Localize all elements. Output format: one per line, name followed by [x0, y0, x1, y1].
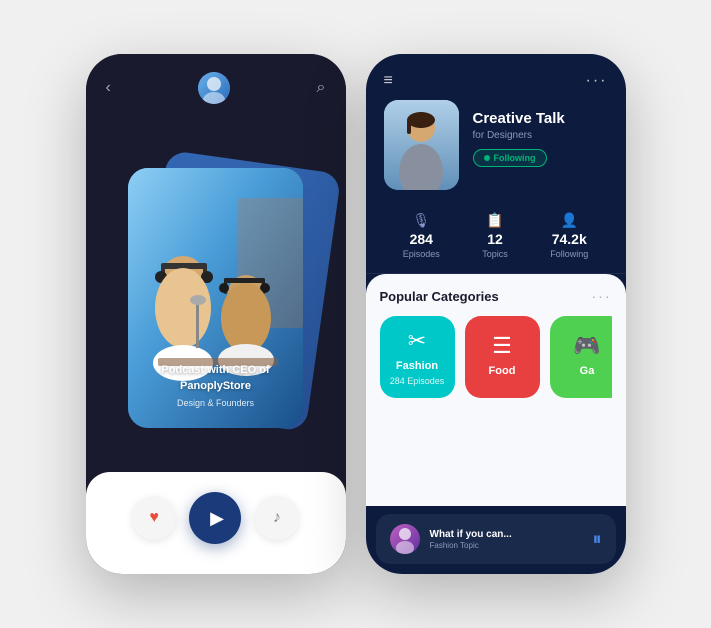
- right-phone: ≡ ···: [366, 54, 626, 574]
- card-image: Podcast with CEO of PanoplyStore Design …: [128, 168, 303, 428]
- gaming-icon: 🎮: [573, 333, 600, 359]
- categories-header: Popular Categories ···: [380, 288, 612, 304]
- player-thumbnail: [390, 524, 420, 554]
- player-controls: ♥ ▶ ♪: [86, 472, 346, 574]
- player-thumb-image: [390, 524, 420, 554]
- play-button[interactable]: ▶: [189, 492, 241, 544]
- stat-episodes: 🎙 284 Episodes: [403, 212, 440, 259]
- player-info: What if you can... Fashion Topic: [430, 529, 583, 550]
- profile-section: Creative Talk for Designers Following: [366, 100, 626, 204]
- card-text: Podcast with CEO of PanoplyStore Design …: [144, 363, 287, 408]
- player-track-subtitle: Fashion Topic: [430, 541, 583, 550]
- profile-name: Creative Talk: [473, 110, 608, 128]
- music-note-icon: ♪: [273, 509, 281, 527]
- following-stat-label: Following: [550, 249, 588, 259]
- categories-more-icon[interactable]: ···: [592, 288, 612, 304]
- category-fashion[interactable]: ✂ Fashion 284 Episodes: [380, 316, 455, 398]
- left-phone: ‹ ⌕: [86, 54, 346, 574]
- fashion-icon: ✂: [408, 328, 426, 354]
- cards-container: Podcast with CEO of PanoplyStore Design …: [86, 124, 346, 472]
- categories-section: Popular Categories ··· ✂ Fashion 284 Epi…: [366, 274, 626, 506]
- following-badge[interactable]: Following: [473, 149, 547, 167]
- profile-photo: [384, 100, 459, 190]
- like-button[interactable]: ♥: [132, 496, 176, 540]
- more-options-icon[interactable]: ···: [586, 72, 608, 90]
- episodes-count: 284: [410, 231, 433, 247]
- profile-subtitle: for Designers: [473, 130, 608, 141]
- topics-icon: 📋: [486, 212, 503, 229]
- top-bar-left: ‹ ⌕: [86, 54, 346, 114]
- stat-topics: 📋 12 Topics: [482, 212, 508, 259]
- category-gaming[interactable]: 🎮 Ga: [550, 316, 612, 398]
- food-name: Food: [489, 365, 516, 377]
- avatar[interactable]: [198, 72, 230, 104]
- music-button[interactable]: ♪: [255, 496, 299, 540]
- avatar-image: [198, 72, 230, 104]
- fashion-episodes: 284 Episodes: [390, 376, 445, 386]
- gaming-name: Ga: [580, 365, 595, 377]
- card-front[interactable]: Podcast with CEO of PanoplyStore Design …: [128, 168, 303, 428]
- back-button[interactable]: ‹: [106, 79, 111, 97]
- following-label: Following: [494, 153, 536, 163]
- profile-info: Creative Talk for Designers Following: [473, 100, 608, 167]
- player-track-title: What if you can...: [430, 529, 583, 540]
- play-icon: ▶: [210, 508, 224, 529]
- pause-button[interactable]: ⏸: [593, 529, 602, 550]
- episodes-label: Episodes: [403, 249, 440, 259]
- microphone-icon: 🎙: [412, 212, 430, 229]
- search-icon[interactable]: ⌕: [317, 79, 326, 97]
- following-count: 74.2k: [552, 231, 587, 247]
- topics-label: Topics: [482, 249, 508, 259]
- bottom-player[interactable]: What if you can... Fashion Topic ⏸: [376, 514, 616, 564]
- card-title: Podcast with CEO of PanoplyStore: [144, 363, 287, 394]
- hamburger-menu-icon[interactable]: ≡: [384, 72, 393, 90]
- category-food[interactable]: ☰ Food: [465, 316, 540, 398]
- top-bar-right: ≡ ···: [366, 54, 626, 100]
- categories-row: ✂ Fashion 284 Episodes ☰ Food 🎮 Ga: [380, 316, 612, 398]
- categories-title: Popular Categories: [380, 289, 499, 304]
- following-dot-icon: [484, 155, 490, 161]
- topics-count: 12: [487, 231, 503, 247]
- following-icon: 👤: [561, 212, 578, 229]
- fashion-name: Fashion: [396, 360, 438, 372]
- stat-following: 👤 74.2k Following: [550, 212, 588, 259]
- profile-image: [384, 100, 459, 190]
- heart-icon: ♥: [149, 509, 159, 527]
- stats-row: 🎙 284 Episodes 📋 12 Topics 👤 74.2k Follo…: [366, 204, 626, 274]
- card-subtitle: Design & Founders: [144, 398, 287, 408]
- food-icon: ☰: [492, 333, 512, 359]
